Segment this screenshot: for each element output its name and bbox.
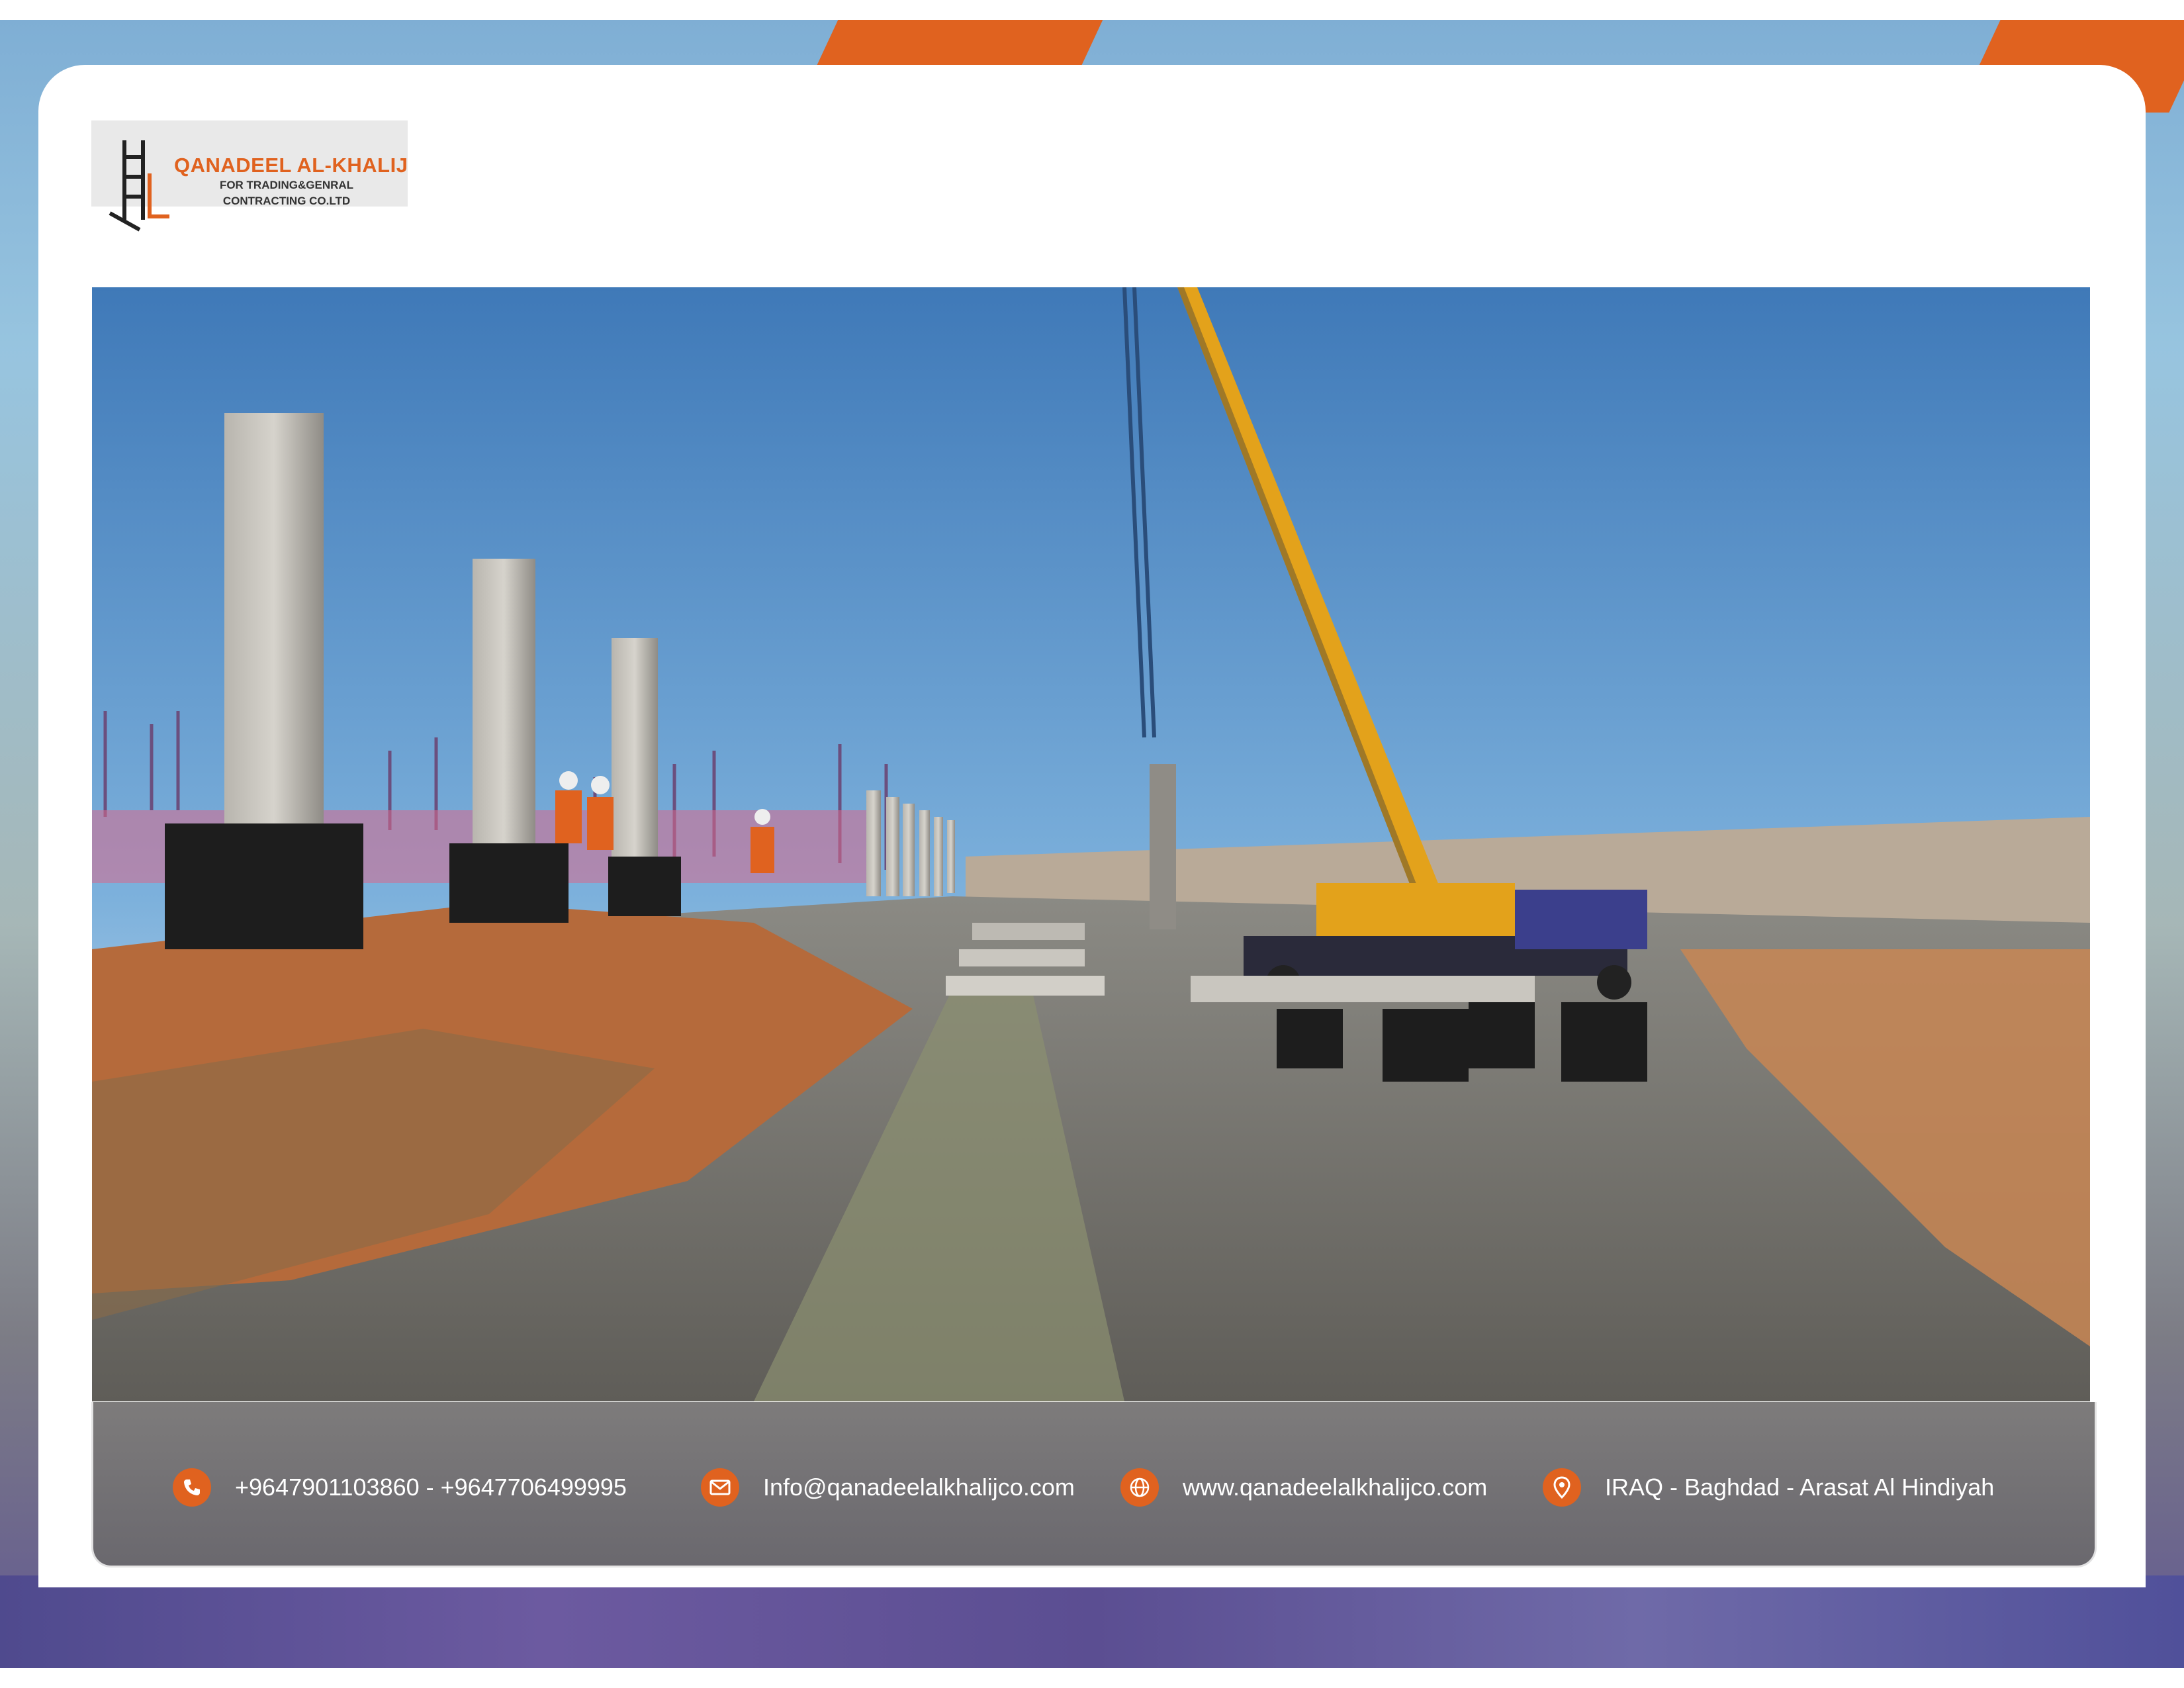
location-pin-icon	[1543, 1468, 1581, 1507]
phone-numbers: +9647901103860 - +9647706499995	[235, 1474, 627, 1501]
phone-icon	[173, 1468, 211, 1507]
website-url[interactable]: www.qanadeelalkhalijco.com	[1183, 1474, 1487, 1501]
contact-website: www.qanadeelalkhalijco.com	[1120, 1468, 1487, 1507]
address-text: IRAQ - Baghdad - Arasat Al Hindiyah	[1605, 1474, 1995, 1501]
email-icon	[701, 1468, 739, 1507]
background-bottom-band	[0, 1575, 2184, 1668]
contact-address: IRAQ - Baghdad - Arasat Al Hindiyah	[1543, 1468, 1994, 1507]
logo-title: QANADEEL AL-KHALIJ	[174, 154, 408, 177]
email-address[interactable]: Info@qanadeelalkhalijco.com	[763, 1474, 1075, 1501]
logo-subtitle-line2: CONTRACTING CO.LTD	[222, 195, 351, 207]
logo-subtitle-line1: FOR TRADING&GENRAL	[219, 179, 354, 191]
scaffold-logo-icon	[109, 140, 169, 232]
globe-icon	[1120, 1468, 1159, 1507]
company-logo: QANADEEL AL-KHALIJ FOR TRADING&GENRAL CO…	[91, 120, 408, 232]
contact-phone: +9647901103860 - +9647706499995	[173, 1468, 627, 1507]
contact-footer: +9647901103860 - +9647706499995 Info@qan…	[91, 1402, 2097, 1568]
background-accent-stripe	[816, 20, 1103, 66]
construction-site-photo	[92, 287, 2090, 1401]
contact-email: Info@qanadeelalkhalijco.com	[701, 1468, 1075, 1507]
